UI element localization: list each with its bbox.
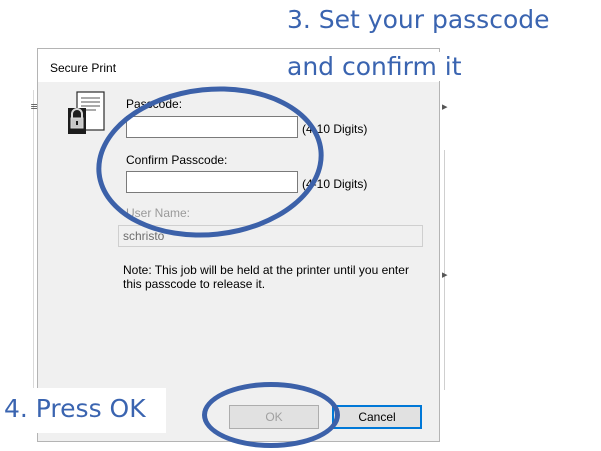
annotation-step-4: 4. Press OK: [0, 388, 166, 433]
annotation-step-3-line-2: and confirm it: [283, 52, 466, 81]
dialog-title: Secure Print: [50, 61, 117, 75]
background-divider: [33, 90, 34, 390]
background-glyph: ▸: [442, 100, 448, 113]
background-glyph: ▸: [442, 268, 448, 281]
secure-print-lock-icon: [68, 91, 105, 134]
screenshot-stage: ≡ ▸ ▸ Secure Print ✕ Passcode: (4-10 Dig…: [0, 0, 601, 451]
hold-job-note: Note: This job will be held at the print…: [123, 263, 409, 291]
cancel-button[interactable]: Cancel: [332, 405, 422, 429]
highlight-ring-ok-button: [202, 382, 340, 448]
annotation-step-3-line-1: 3. Set your passcode: [283, 5, 554, 34]
